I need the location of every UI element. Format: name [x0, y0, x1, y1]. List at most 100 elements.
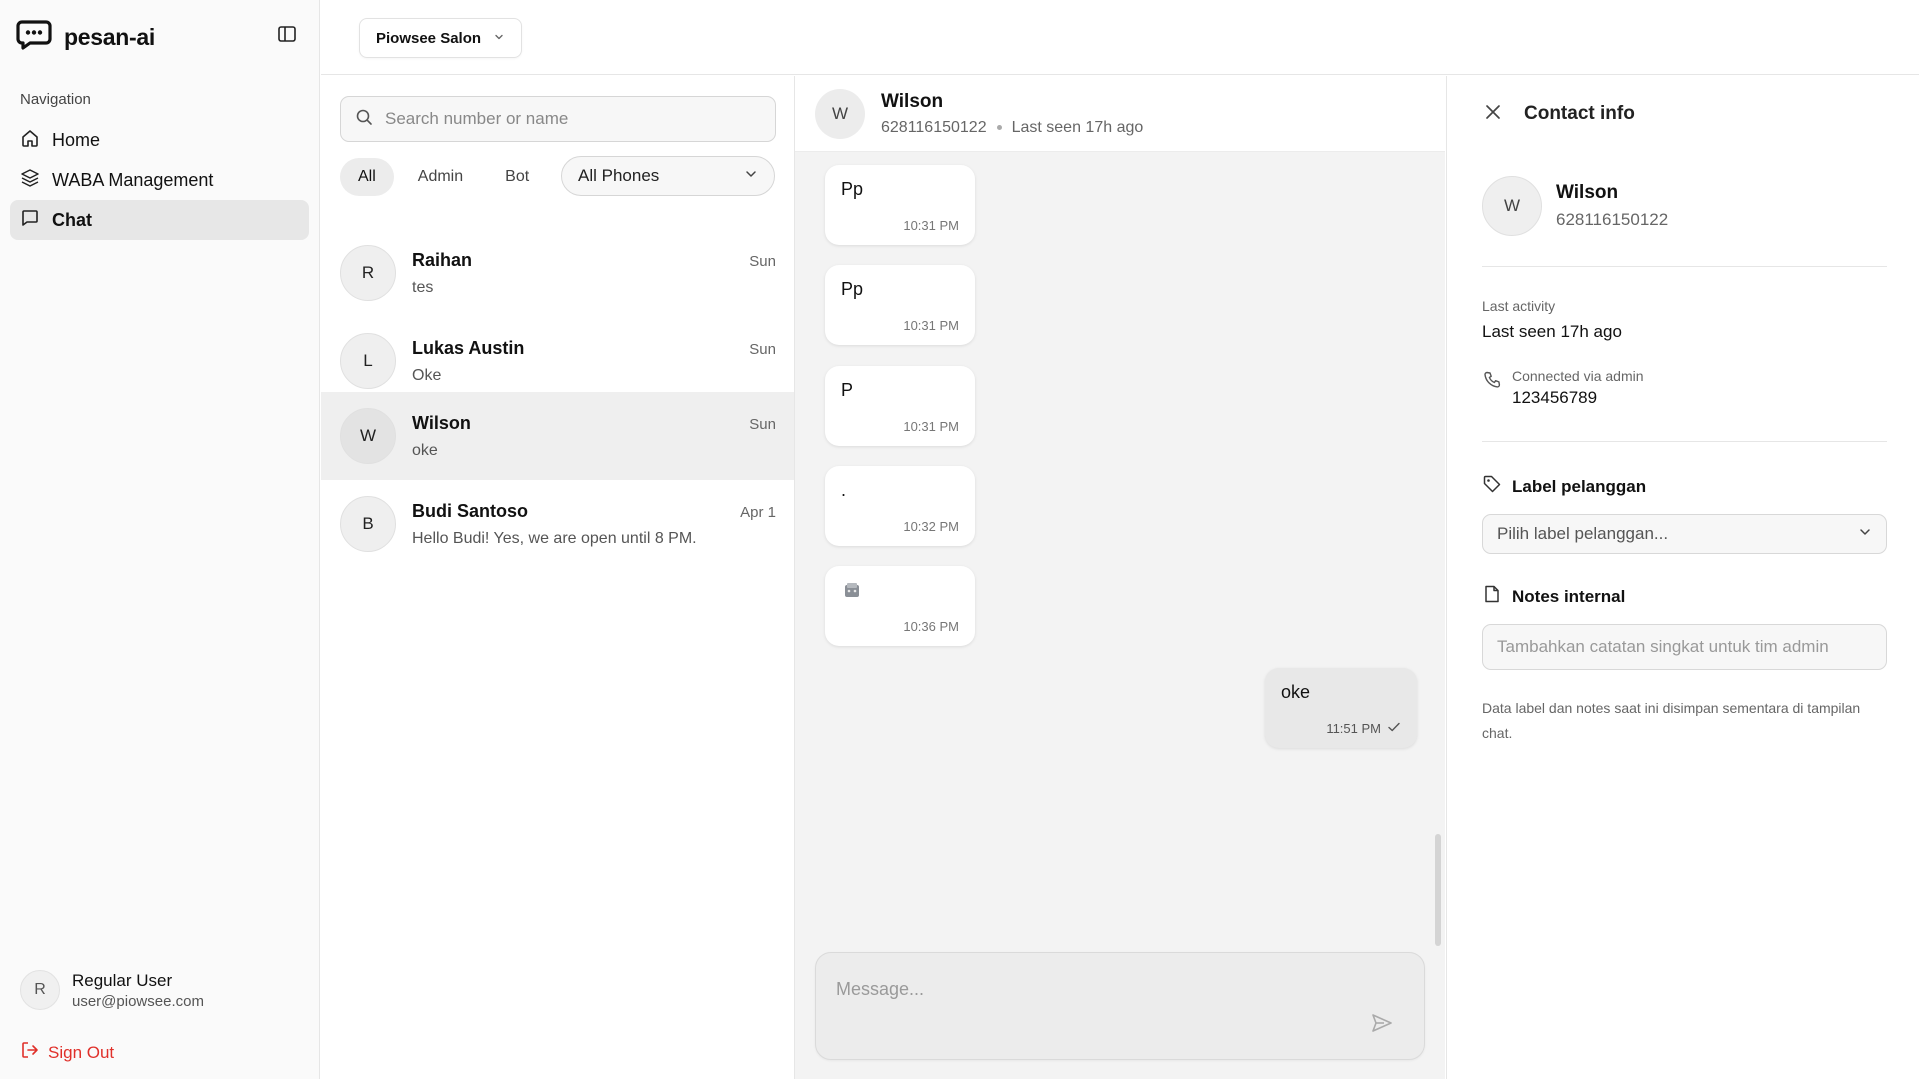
- chat-header: W Wilson 628116150122 Last seen 17h ago: [795, 76, 1445, 152]
- home-icon: [20, 128, 40, 153]
- contact-phone: 628116150122: [1556, 210, 1669, 229]
- last-activity-value: Last seen 17h ago: [1482, 322, 1622, 341]
- nav-heading: Navigation: [20, 91, 91, 108]
- phone-icon: [1482, 370, 1502, 408]
- user-email: user@piowsee.com: [72, 992, 204, 1010]
- chevron-down-icon: [744, 166, 758, 186]
- workspace-name: Piowsee Salon: [376, 29, 482, 47]
- chat-bubble-logo-icon: [16, 20, 52, 55]
- avatar: W: [1482, 176, 1542, 236]
- separator-dot: [996, 125, 1002, 130]
- divider: [1482, 266, 1887, 267]
- message-time: 11:51 PM: [1326, 721, 1381, 736]
- panel-left-icon: [277, 24, 297, 49]
- send-button[interactable]: [1364, 1007, 1400, 1043]
- chat-contact-phone: 628116150122: [881, 118, 987, 136]
- brand[interactable]: pesan-ai: [16, 20, 155, 55]
- filter-bot[interactable]: Bot: [487, 158, 547, 196]
- message-text: P: [841, 380, 854, 400]
- user-card[interactable]: R Regular User user@piowsee.com: [20, 970, 204, 1010]
- conversation-item[interactable]: B Budi Santoso Apr 1 Hello Budi! Yes, we…: [321, 480, 794, 568]
- message-text: Pp: [841, 279, 864, 299]
- sidebar-item-label: Home: [52, 129, 101, 150]
- divider: [1482, 441, 1887, 442]
- conversation-preview: Hello Budi! Yes, we are open until 8 PM.: [412, 529, 697, 547]
- filter-all[interactable]: All: [340, 158, 394, 196]
- conversation-name: Wilson: [412, 412, 471, 433]
- check-icon: [1387, 721, 1401, 736]
- storage-footnote: Data label dan notes saat ini disimpan s…: [1482, 700, 1861, 741]
- sign-out-button[interactable]: Sign Out: [20, 1040, 114, 1065]
- avatar: W: [340, 408, 396, 464]
- contact-info-panel: Contact info W Wilson 628116150122 Last …: [1446, 76, 1919, 1079]
- conversation-preview: oke: [412, 441, 438, 459]
- sidebar-item-waba-management[interactable]: WABA Management: [10, 160, 309, 200]
- sidebar-toggle-button[interactable]: [272, 22, 302, 50]
- internal-notes-input[interactable]: [1482, 624, 1887, 670]
- notes-section-heading: Notes internal: [1482, 584, 1625, 609]
- connected-label: Connected via admin: [1512, 368, 1644, 384]
- message-bubble-incoming: Pp 10:31 PM: [825, 265, 975, 345]
- close-button[interactable]: [1481, 102, 1505, 126]
- conversation-preview: tes: [412, 278, 434, 296]
- workspace-select[interactable]: Piowsee Salon: [359, 18, 522, 58]
- conversation-time: Sun: [749, 252, 776, 270]
- conversation-name: Raihan: [412, 249, 473, 270]
- sidebar-item-chat[interactable]: Chat: [10, 200, 309, 240]
- panel-title: Contact info: [1524, 103, 1635, 124]
- message-bubble-incoming: Pp 10:31 PM: [825, 165, 975, 245]
- avatar: L: [340, 333, 396, 389]
- customer-label-placeholder: Pilih label pelanggan...: [1497, 524, 1669, 543]
- search-icon: [355, 108, 373, 131]
- chat-scrollbar[interactable]: [1435, 834, 1441, 946]
- tag-icon: [1482, 474, 1502, 499]
- filter-admin[interactable]: Admin: [400, 158, 481, 196]
- conversation-time: Apr 1: [740, 503, 776, 521]
- phone-filter-select[interactable]: All Phones: [561, 156, 775, 196]
- avatar: R: [20, 970, 60, 1010]
- label-section-title: Label pelanggan: [1512, 476, 1647, 496]
- conversation-name: Budi Santoso: [412, 500, 528, 521]
- notes-section-title: Notes internal: [1512, 586, 1626, 606]
- file-icon: [1482, 584, 1502, 609]
- message-text: Pp: [841, 179, 864, 199]
- conversation-time: Sun: [749, 340, 776, 358]
- connected-value: 123456789: [1512, 388, 1598, 407]
- conversation-preview: Oke: [412, 366, 442, 384]
- conversation-item-active[interactable]: W Wilson Sun oke: [321, 392, 794, 480]
- sign-out-label: Sign Out: [48, 1042, 115, 1062]
- message-time: 10:31 PM: [903, 419, 959, 434]
- message-input[interactable]: [836, 979, 1356, 1039]
- avatar: R: [340, 245, 396, 301]
- sidebar-item-home[interactable]: Home: [10, 120, 309, 160]
- message-time: 10:31 PM: [903, 318, 959, 333]
- avatar: W: [815, 88, 865, 139]
- customer-label-select[interactable]: Pilih label pelanggan...: [1482, 514, 1887, 554]
- message-bubble-incoming: . 10:32 PM: [825, 466, 975, 546]
- contact-name: Wilson: [1556, 182, 1619, 203]
- user-name: Regular User: [72, 970, 173, 990]
- message-time: 10:36 PM: [903, 619, 959, 634]
- top-bar: Piowsee Salon: [321, 0, 1919, 75]
- conversation-filters: All Admin Bot: [340, 158, 547, 196]
- conversation-name: Lukas Austin: [412, 337, 525, 358]
- message-bubble-incoming: 10:36 PM: [825, 566, 975, 646]
- label-section-heading: Label pelanggan: [1482, 474, 1646, 499]
- app-name: pesan-ai: [64, 24, 155, 50]
- search-box[interactable]: [340, 96, 776, 142]
- phone-filter-value: All Phones: [578, 166, 660, 185]
- avatar: B: [340, 496, 396, 552]
- message-time: 10:31 PM: [903, 218, 959, 233]
- conversation-time: Sun: [749, 415, 776, 433]
- layers-icon: [20, 168, 40, 193]
- log-out-icon: [20, 1040, 40, 1065]
- message-square-icon: [20, 208, 40, 233]
- sticker-icon[interactable]: [841, 583, 863, 606]
- chat-panel: W Wilson 628116150122 Last seen 17h ago …: [795, 76, 1445, 1079]
- send-icon: [1370, 1011, 1394, 1040]
- search-input[interactable]: [385, 109, 765, 129]
- conversation-item[interactable]: R Raihan Sun tes: [321, 229, 794, 317]
- last-activity-label: Last activity: [1482, 298, 1556, 314]
- message-composer: [815, 952, 1425, 1060]
- sidebar: pesan-ai Navigation Home WABA Management…: [0, 0, 320, 1079]
